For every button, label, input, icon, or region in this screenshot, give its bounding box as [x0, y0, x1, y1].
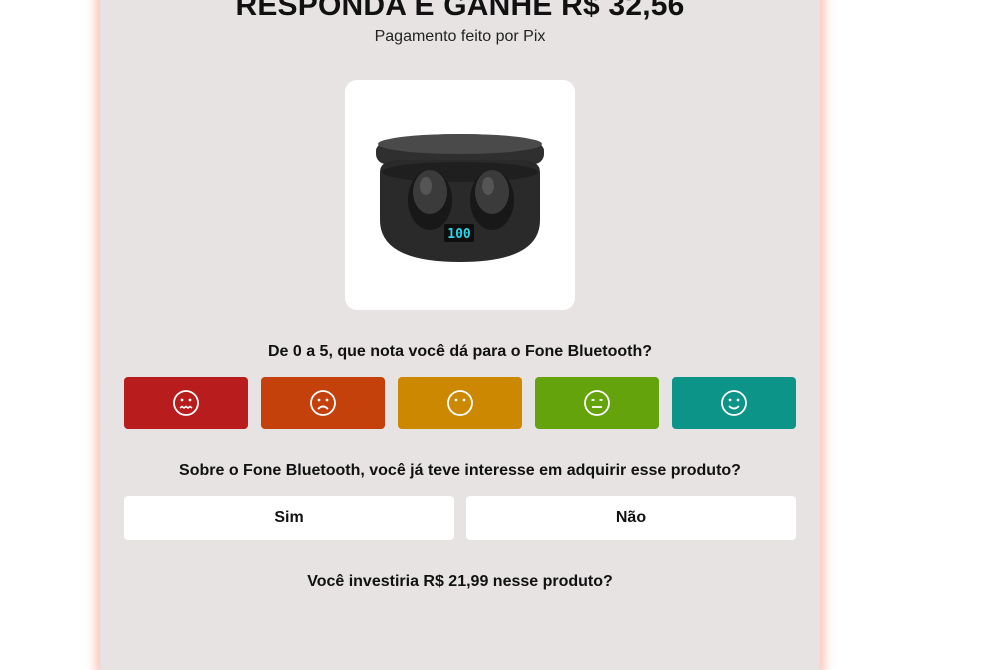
- no-button[interactable]: Não: [466, 496, 796, 540]
- reward-headline: RESPONDA E GANHE R$ 32,56: [235, 0, 685, 22]
- rating-button-1[interactable]: [124, 377, 248, 429]
- sad-face-icon: [310, 390, 336, 416]
- happy-face-icon: [721, 390, 747, 416]
- question-invest: Você investiria R$ 21,99 nesse produto?: [307, 573, 613, 590]
- yes-button[interactable]: Sim: [124, 496, 454, 540]
- rating-button-5[interactable]: [672, 377, 796, 429]
- rating-button-2[interactable]: [261, 377, 385, 429]
- rating-options: [124, 377, 796, 429]
- product-image-box: 100: [345, 80, 575, 310]
- survey-card: RESPONDA E GANHE R$ 32,56 Pagamento feit…: [100, 0, 820, 670]
- neutral-face-icon: [447, 390, 473, 416]
- rating-button-4[interactable]: [535, 377, 659, 429]
- case-display-text: 100: [447, 227, 471, 242]
- interest-options: Sim Não: [124, 496, 796, 540]
- earbuds-product-image: 100: [376, 134, 544, 262]
- rating-button-3[interactable]: [398, 377, 522, 429]
- very-sad-face-icon: [173, 390, 199, 416]
- question-rating: De 0 a 5, que nota você dá para o Fone B…: [267, 343, 653, 360]
- payment-subtitle: Pagamento feito por Pix: [374, 28, 546, 45]
- question-interest: Sobre o Fone Bluetooth, você já teve int…: [179, 462, 741, 479]
- meh-face-icon: [584, 390, 610, 416]
